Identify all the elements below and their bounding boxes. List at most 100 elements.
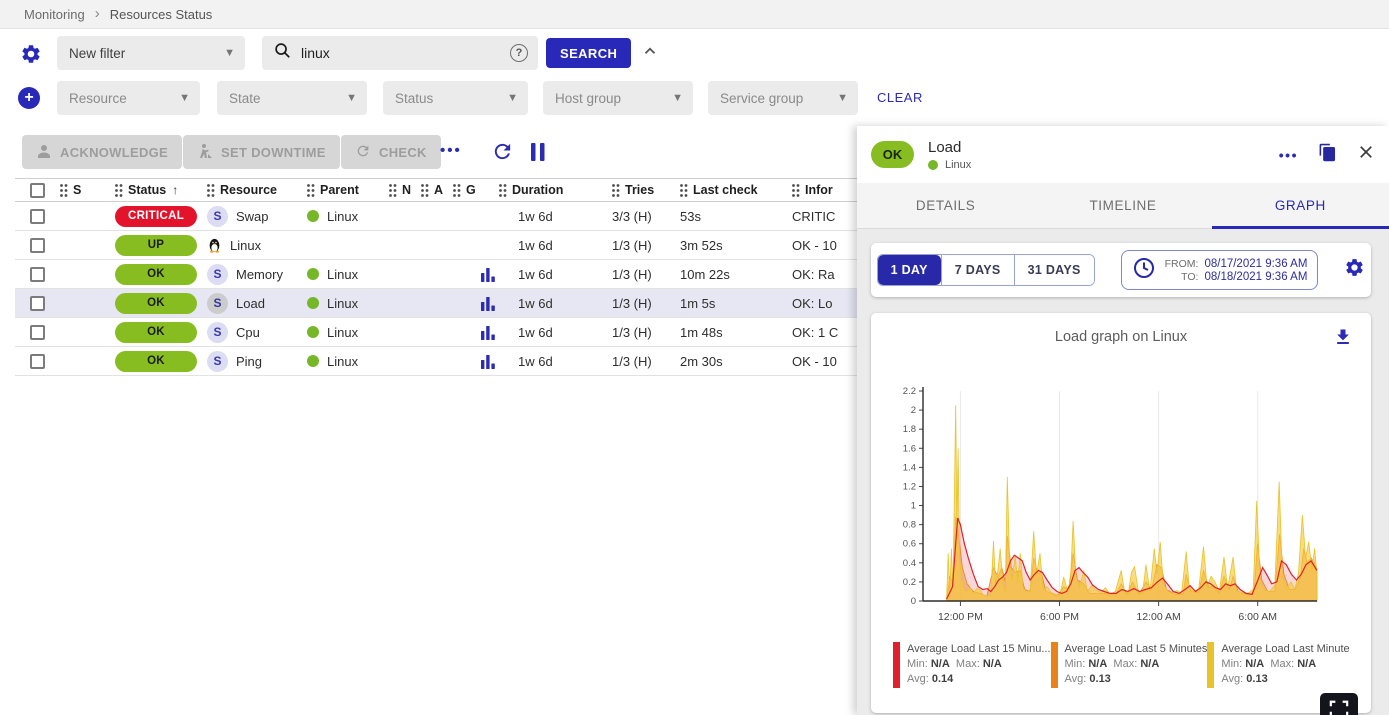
row-checkbox[interactable]	[30, 267, 45, 282]
chart-legend: Average Load Last 15 Minu...Min: N/A Max…	[893, 642, 1351, 688]
load-chart[interactable]: 00.20.40.60.811.21.41.61.822.212:00 PM6:…	[879, 381, 1329, 627]
column-header-last-check[interactable]: Last check	[680, 183, 792, 197]
status-pill: OK	[115, 264, 197, 285]
criteria-hostgroup-select[interactable]: Host group▼	[543, 81, 693, 115]
period-31days-button[interactable]: 31 DAYS	[1014, 255, 1094, 285]
chevron-down-icon: ▼	[346, 92, 357, 104]
information-cell: OK: Ra	[792, 267, 857, 282]
table-row[interactable]: OKSCpuLinux1w 6d1/3 (H)1m 48sOK: 1 C	[15, 318, 857, 347]
tries-cell: 3/3 (H)	[612, 209, 680, 224]
check-button[interactable]: CHECK	[341, 135, 441, 169]
criteria-servicegroup-select[interactable]: Service group▼	[708, 81, 858, 115]
filter-settings-gear-icon[interactable]	[20, 43, 42, 65]
table-row[interactable]: CRITICALSSwapLinux1w 6d3/3 (H)53sCRITIC	[15, 202, 857, 231]
status-badge: OK	[871, 141, 914, 168]
breadcrumb-monitoring[interactable]: Monitoring	[24, 7, 85, 22]
legend-item[interactable]: Average Load Last 5 MinutesMin: N/A Max:…	[1051, 642, 1208, 688]
service-badge: S	[207, 322, 228, 343]
tab-details[interactable]: DETAILS	[857, 183, 1034, 228]
row-checkbox[interactable]	[30, 354, 45, 369]
panel-subtitle: Linux	[945, 159, 971, 171]
search-button[interactable]: SEARCH	[546, 38, 631, 68]
table-row[interactable]: OKSLoadLinux1w 6d1/3 (H)1m 5sOK: Lo	[15, 289, 857, 318]
tab-graph[interactable]: GRAPH	[1212, 183, 1389, 228]
svg-text:1.8: 1.8	[903, 424, 916, 435]
host-status-dot	[307, 355, 319, 367]
chevron-up-icon[interactable]	[641, 42, 659, 65]
last-check-cell: 1m 5s	[680, 296, 792, 311]
refresh-icon[interactable]	[491, 140, 514, 168]
panel-tabs: DETAILS TIMELINE GRAPH	[857, 183, 1389, 229]
last-check-cell: 10m 22s	[680, 267, 792, 282]
resource-name: Linux	[207, 237, 307, 253]
fullscreen-icon[interactable]	[1320, 693, 1358, 715]
table-header: SStatus↑ResourceParentNAGDurationTriesLa…	[15, 178, 857, 202]
status-pill: OK	[115, 293, 197, 314]
table-row[interactable]: UPLinux1w 6d1/3 (H)3m 52sOK - 10	[15, 231, 857, 260]
sort-asc-icon: ↑	[172, 183, 178, 197]
column-header-n[interactable]: N	[389, 183, 421, 197]
column-header-tries[interactable]: Tries	[612, 183, 680, 197]
graph-title: Load graph on Linux	[871, 329, 1371, 345]
tries-cell: 1/3 (H)	[612, 267, 680, 282]
table-row[interactable]: OKSPingLinux1w 6d1/3 (H)2m 30sOK - 10	[15, 347, 857, 376]
row-checkbox[interactable]	[30, 325, 45, 340]
resources-table: SStatus↑ResourceParentNAGDurationTriesLa…	[15, 178, 857, 376]
legend-item[interactable]: Average Load Last MinuteMin: N/A Max: N/…	[1207, 642, 1351, 688]
pause-icon[interactable]	[529, 142, 547, 167]
duration-cell: 1w 6d	[499, 354, 612, 369]
criteria-resource-select[interactable]: Resource▼	[57, 81, 200, 115]
period-7days-button[interactable]: 7 DAYS	[941, 255, 1014, 285]
information-cell: CRITIC	[792, 209, 857, 224]
add-criteria-button[interactable]: +	[18, 87, 40, 109]
panel-more-icon[interactable]: •••	[1279, 147, 1298, 163]
acknowledge-button[interactable]: ACKNOWLEDGE	[22, 135, 182, 169]
search-input[interactable]	[301, 45, 510, 61]
graph-card: Load graph on Linux 00.20.40.60.811.21.4…	[871, 313, 1371, 713]
legend-series-name: Average Load Last Minute	[1221, 643, 1349, 655]
tab-timeline[interactable]: TIMELINE	[1034, 183, 1211, 228]
more-actions-icon[interactable]: •••	[440, 142, 462, 159]
svg-text:12:00 PM: 12:00 PM	[938, 611, 983, 623]
graph-icon	[481, 296, 495, 311]
column-header-infor[interactable]: Infor	[792, 183, 857, 197]
date-range-picker[interactable]: FROM: 08/17/2021 9:36 AM TO: 08/18/2021 …	[1121, 250, 1319, 290]
range-to-label: TO:	[1165, 271, 1199, 283]
graph-icon	[481, 325, 495, 340]
graph-settings-gear-icon[interactable]	[1344, 257, 1365, 283]
status-pill: UP	[115, 235, 197, 256]
duration-cell: 1w 6d	[499, 296, 612, 311]
column-header-s[interactable]: S	[60, 183, 115, 197]
information-cell: OK - 10	[792, 354, 857, 369]
table-row[interactable]: OKSMemoryLinux1w 6d1/3 (H)10m 22sOK: Ra	[15, 260, 857, 289]
select-all-checkbox[interactable]	[30, 183, 45, 198]
filter-row: New filter ▼ ? SEARCH	[0, 36, 860, 70]
column-header-resource[interactable]: Resource	[207, 183, 307, 197]
column-header-a[interactable]: A	[421, 183, 453, 197]
tries-cell: 1/3 (H)	[612, 296, 680, 311]
saved-filter-select[interactable]: New filter ▼	[57, 36, 245, 70]
clear-filters-button[interactable]: CLEAR	[877, 90, 923, 105]
legend-item[interactable]: Average Load Last 15 Minu...Min: N/A Max…	[893, 642, 1051, 688]
search-box[interactable]: ?	[262, 36, 538, 70]
period-1day-button[interactable]: 1 DAY	[878, 255, 941, 285]
row-checkbox[interactable]	[30, 209, 45, 224]
close-icon[interactable]	[1357, 143, 1375, 166]
criteria-status-select[interactable]: Status▼	[383, 81, 528, 115]
column-header-g[interactable]: G	[453, 183, 499, 197]
service-badge: S	[207, 351, 228, 372]
column-header-duration[interactable]: Duration	[499, 183, 612, 197]
column-header-status[interactable]: Status↑	[115, 183, 207, 197]
criteria-state-select[interactable]: State▼	[217, 81, 367, 115]
row-checkbox[interactable]	[30, 238, 45, 253]
service-badge: S	[207, 293, 228, 314]
svg-text:0.8: 0.8	[903, 520, 916, 531]
download-icon[interactable]	[1333, 327, 1353, 352]
row-checkbox[interactable]	[30, 296, 45, 311]
copy-link-icon[interactable]	[1318, 142, 1337, 168]
chevron-right-icon: ›	[95, 6, 100, 21]
set-downtime-button[interactable]: SET DOWNTIME	[183, 135, 340, 169]
breadcrumb-resources-status[interactable]: Resources Status	[110, 7, 213, 22]
help-icon[interactable]: ?	[510, 44, 528, 62]
column-header-parent[interactable]: Parent	[307, 183, 389, 197]
